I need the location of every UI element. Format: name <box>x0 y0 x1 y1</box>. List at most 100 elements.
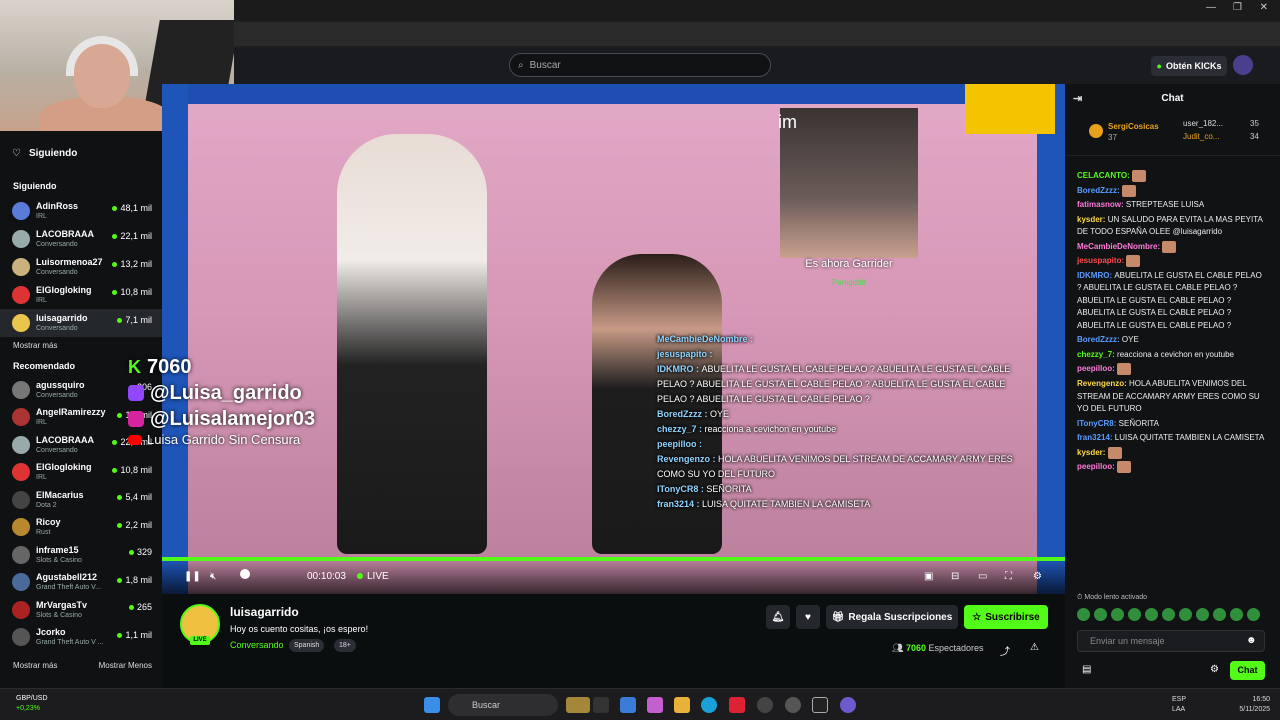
video-chat-line: MeCambieDeNombre : <box>657 332 1037 347</box>
gifter-3-name[interactable]: Judit_co... <box>1183 132 1219 141</box>
channel-name[interactable]: luisagarrido <box>230 605 299 619</box>
share-icon[interactable]: ⤴ <box>1000 643 1010 658</box>
notifications-bell-icon[interactable]: 🔔︎ <box>766 605 790 629</box>
emote-icon[interactable] <box>1179 608 1192 621</box>
chat-username[interactable]: peepilloo: <box>1077 462 1117 471</box>
stock-ticker[interactable]: GBP/USD +0,23% <box>16 694 48 714</box>
chat-message-input[interactable]: Enviar un mensaje <box>1077 630 1265 652</box>
subscribe-button[interactable]: ☆ Suscribirse <box>964 605 1048 629</box>
emote-icon[interactable] <box>1111 608 1124 621</box>
language-indicator[interactable]: ESP LAA <box>1172 695 1186 715</box>
sidebar-item-siguiendo[interactable]: ♡ Siguiendo <box>0 141 162 165</box>
get-kicks-button[interactable]: ● Obtén KICKs <box>1151 56 1227 76</box>
system-clock[interactable]: 16:50 5/11/2025 <box>1239 695 1270 715</box>
chat-gift-icon[interactable]: ▤ <box>1082 664 1091 675</box>
emote-icon[interactable] <box>1077 608 1090 621</box>
emote-icon[interactable] <box>1094 608 1107 621</box>
widgets-icon[interactable] <box>566 697 590 713</box>
show-less-button[interactable]: Mostrar Menos <box>99 657 152 675</box>
gifter-2-name[interactable]: user_182... <box>1183 119 1223 128</box>
discord-icon[interactable] <box>840 697 856 713</box>
sidebar-channel-item[interactable]: MrVargasTv Slots & Casino 265 <box>0 596 162 624</box>
address-bar[interactable]: A ☆ ⧉ ★ ● ⋯ <box>234 22 1280 62</box>
fullscreen-icon[interactable]: ⛶ <box>1005 571 1012 582</box>
app-icon[interactable] <box>812 697 828 713</box>
emote-icon[interactable] <box>1213 608 1226 621</box>
pause-icon[interactable]: ❚❚ <box>184 571 201 582</box>
sidebar-channel-item[interactable]: Luisormenoa27 Conversando 13,2 mil <box>0 253 162 281</box>
follow-heart-icon[interactable]: ♥ <box>796 605 820 629</box>
settings-gear-icon[interactable]: ⚙ <box>1033 571 1042 582</box>
close-icon[interactable]: ✕ <box>1260 2 1268 13</box>
user-avatar[interactable] <box>1233 55 1253 75</box>
emote-icon[interactable] <box>1196 608 1209 621</box>
video-player[interactable]: im Es ahora Garrider Panigddd MeCambieDe… <box>162 84 1065 594</box>
sidebar-channel-item[interactable]: LACOBRAAA Conversando 22,1 mil <box>0 225 162 253</box>
mute-icon[interactable]: 🔇︎ <box>210 571 216 582</box>
task-view-icon[interactable] <box>593 697 609 713</box>
taskbar-search[interactable]: Buscar <box>448 694 558 716</box>
chat-settings-icon[interactable]: ⚙ <box>1210 664 1219 675</box>
gift-icon: 🎁︎ <box>831 611 845 623</box>
report-warning-icon[interactable]: ⚠ <box>1030 642 1039 653</box>
chat-username[interactable]: CELACANTO: <box>1077 171 1132 180</box>
chat-username[interactable]: BoredZzzz: <box>1077 186 1122 195</box>
app-icon[interactable] <box>785 697 801 713</box>
chat-username[interactable]: Revengenzo: <box>1077 379 1129 388</box>
minimize-icon[interactable]: — <box>1206 2 1216 13</box>
sidebar-channel-item[interactable]: Jcorko Grand Theft Auto V ... 1,1 mil <box>0 624 162 652</box>
chat-message: peepilloo: <box>1065 461 1280 474</box>
chat-username[interactable]: BoredZzzz: <box>1077 335 1122 344</box>
sidebar-channel-item[interactable]: ElGlogloking IRL 10,8 mil <box>0 281 162 309</box>
chat-username[interactable]: IDKMRO: <box>1077 271 1114 280</box>
emote-icon[interactable] <box>1145 608 1158 621</box>
channel-text: AngelRamirezzy IRL <box>36 407 106 427</box>
show-more-button-2[interactable]: Mostrar más <box>0 657 57 675</box>
edge-browser-icon[interactable] <box>701 697 717 713</box>
chat-username[interactable]: MeCambieDeNombre: <box>1077 242 1162 251</box>
gift-subs-button[interactable]: 🎁︎ Regala Suscripciones <box>826 605 958 629</box>
chat-username[interactable]: peepilloo: <box>1077 365 1117 374</box>
sidebar-channel-item[interactable]: ElMacarius Dota 2 5,4 mil <box>0 486 162 514</box>
emote-icon[interactable] <box>1128 608 1141 621</box>
sidebar-channel-item[interactable]: ElGlogloking IRL 10,8 mil <box>0 459 162 487</box>
notepad-icon[interactable] <box>620 697 636 713</box>
send-chat-button[interactable]: Chat <box>1230 661 1265 680</box>
chat-username[interactable]: jesuspapito: <box>1077 256 1126 265</box>
search-input[interactable]: ⌕ Buscar <box>509 53 771 77</box>
pip-icon[interactable]: ▣ <box>924 571 933 582</box>
sidebar-channel-item[interactable]: inframe15 Slots & Casino 329 <box>0 541 162 569</box>
emote-icon[interactable] <box>1247 608 1260 621</box>
collapse-chat-icon[interactable]: ⇥ <box>1073 92 1082 105</box>
chat-username[interactable]: kysder: <box>1077 448 1108 457</box>
stream-category[interactable]: Conversando <box>230 640 284 650</box>
copilot-icon[interactable] <box>647 697 663 713</box>
emote-icon[interactable] <box>1162 608 1175 621</box>
chat-username[interactable]: fatimasnow: <box>1077 200 1126 209</box>
volume-slider[interactable] <box>240 569 250 579</box>
chat-username[interactable]: chezzy_7: <box>1077 350 1117 359</box>
sidebar-channel-item[interactable]: Ricoy Rust 2,2 mil <box>0 514 162 542</box>
windows-start-icon[interactable] <box>424 697 440 713</box>
instagram-icon <box>128 411 144 427</box>
chat-username[interactable]: ITonyCR8: <box>1077 419 1119 428</box>
maximize-icon[interactable]: ❐ <box>1233 2 1242 13</box>
channel-category: Conversando <box>36 391 78 399</box>
sidebar-channel-item[interactable]: AdinRoss IRL 48,1 mil <box>0 197 162 225</box>
emote-icon[interactable] <box>1230 608 1243 621</box>
app-icon[interactable] <box>729 697 745 713</box>
tag-language[interactable]: Spanish <box>289 639 325 652</box>
theater-mode-icon[interactable]: ▭ <box>978 571 987 582</box>
app-icon[interactable] <box>757 697 773 713</box>
chat-username[interactable]: kysder: <box>1077 215 1108 224</box>
channel-category: Conversando <box>36 241 78 248</box>
sidebar-channel-item[interactable]: luisagarrido Conversando 7,1 mil <box>0 309 162 337</box>
show-more-button[interactable]: Mostrar más <box>0 337 162 355</box>
chat-username[interactable]: fran3214: <box>1077 433 1115 442</box>
clip-icon[interactable]: ⊟ <box>951 571 959 582</box>
tag-age[interactable]: 18+ <box>334 639 356 652</box>
file-explorer-icon[interactable] <box>674 697 690 713</box>
top-gifter-name[interactable]: SergiCosicas <box>1108 122 1159 131</box>
sidebar-channel-item[interactable]: Agustabell212 Grand Theft Auto V... 1,8 mi… <box>0 569 162 597</box>
emoji-picker-icon[interactable]: ☻ <box>1246 635 1257 646</box>
